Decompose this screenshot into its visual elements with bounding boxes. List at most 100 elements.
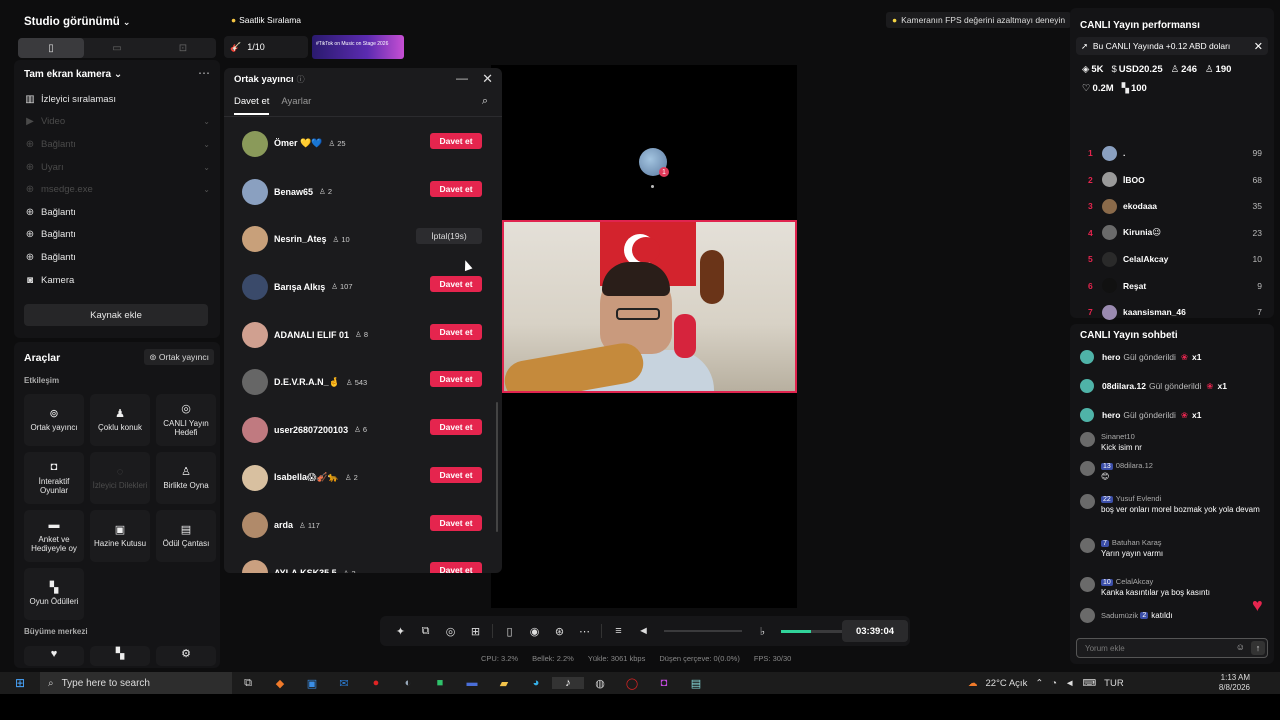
add-source-button[interactable]: Kaynak ekle <box>24 304 208 326</box>
studio-view-dropdown[interactable]: Studio görünümü ⌄ <box>24 16 130 28</box>
scene-dropdown[interactable]: Tam ekran kamera ⌄ <box>24 69 122 80</box>
help-icon[interactable]: ⓘ <box>297 75 305 84</box>
camera-settings-icon[interactable]: ⊛ <box>547 625 572 638</box>
invite-button[interactable]: Davet et <box>430 371 482 388</box>
source-item[interactable]: ▶ Video ⌄ <box>24 111 210 134</box>
microphone-icon[interactable]: ♭ <box>750 625 775 638</box>
opera-icon[interactable]: ● <box>360 677 392 689</box>
edge-icon[interactable]: ◕ <box>520 677 552 689</box>
tray-chevron-icon[interactable]: ⌃ <box>1035 678 1043 689</box>
avatar[interactable] <box>242 321 268 348</box>
tools-cohost-button[interactable]: ⊚ Ortak yayıncı <box>144 349 214 365</box>
avatar[interactable] <box>1080 408 1094 422</box>
hourly-ranking-badge[interactable]: ● Saatlik Sıralama <box>226 12 306 28</box>
ranking-row[interactable]: 5 CelalAkcay 10 <box>1088 246 1262 273</box>
rank-count-box[interactable]: 🎸 1/10 <box>224 36 308 58</box>
avatar[interactable] <box>1080 538 1095 553</box>
scrollbar[interactable] <box>496 402 498 532</box>
folder-icon[interactable]: ▰ <box>488 677 520 690</box>
invite-button[interactable]: Davet et <box>430 562 482 573</box>
avatar[interactable] <box>242 369 268 396</box>
close-icon[interactable]: ✕ <box>1254 40 1263 53</box>
avatar[interactable] <box>1080 432 1095 447</box>
windows-start-icon[interactable]: ⊞ <box>0 676 40 690</box>
close-icon[interactable]: ✕ <box>482 71 493 87</box>
tab-settings[interactable]: Ayarlar <box>281 96 311 115</box>
send-icon[interactable]: ↑ <box>1251 641 1265 655</box>
record-icon[interactable]: ◉ <box>522 625 547 638</box>
tab-invite[interactable]: Davet et <box>234 96 270 115</box>
mail-icon[interactable]: ✉ <box>328 677 360 690</box>
search-icon[interactable]: ⌕ <box>482 95 488 108</box>
avatar[interactable] <box>242 560 268 573</box>
avatar[interactable] <box>1080 461 1095 476</box>
event-banner[interactable]: #TikTok on Music on Stage 2026 <box>312 35 404 59</box>
invite-button[interactable]: Davet et <box>430 466 482 483</box>
invite-button[interactable]: Davet et <box>430 323 482 340</box>
avatar[interactable] <box>242 226 268 253</box>
invite-button[interactable]: Davet et <box>430 514 482 531</box>
portrait-orientation-button[interactable]: ▯ <box>18 38 84 58</box>
avatar[interactable] <box>1080 577 1095 592</box>
magic-wand-icon[interactable]: ✦ <box>388 625 413 638</box>
avatar[interactable] <box>1080 350 1094 364</box>
growth-tile-heart[interactable]: ♥ <box>24 646 84 666</box>
speaker-icon[interactable]: ◄ <box>631 625 656 637</box>
ranking-row[interactable]: 7 kaansisman_46 7 <box>1088 299 1262 326</box>
tool-tile[interactable]: ♟ Çoklu konuk <box>90 394 150 446</box>
tool-tile[interactable]: ⊚ Ortak yayıncı <box>24 394 84 446</box>
copilot-icon[interactable]: ◆ <box>264 677 296 690</box>
cancel-invite-button[interactable]: İptal(19s) <box>416 228 482 245</box>
instagram-icon[interactable]: ◘ <box>648 677 680 689</box>
weather-text[interactable]: 22°C Açık <box>986 678 1028 689</box>
avatar[interactable] <box>1080 494 1095 509</box>
host-avatar[interactable]: 1 <box>639 148 669 177</box>
avatar[interactable] <box>1080 379 1094 393</box>
growth-tile-settings[interactable]: ⚙ <box>156 646 216 666</box>
tool-tile[interactable]: ◌ İzleyici Dilekleri <box>90 452 150 504</box>
source-item[interactable]: ⊕ Bağlantı <box>24 246 210 269</box>
tool-tile[interactable]: ♙ Birlikte Oyna <box>156 452 216 504</box>
avatar[interactable] <box>242 273 268 300</box>
growth-tile-gift[interactable]: ▚ <box>90 646 150 666</box>
tool-tile[interactable]: ▤ Ödül Çantası <box>156 510 216 562</box>
obs-icon[interactable]: ◍ <box>584 677 616 690</box>
landscape-orientation-button[interactable]: ▭ <box>84 38 150 58</box>
source-item[interactable]: ▥ İzleyici sıralaması <box>24 88 210 111</box>
network-icon[interactable]: ◔ <box>1051 678 1057 689</box>
emoji-icon[interactable]: ☺ <box>1236 642 1245 652</box>
comment-input[interactable]: Yorum ekle ☺ ↑ <box>1076 638 1268 658</box>
clock[interactable]: 1:13 AM 8/8/2026 <box>1219 672 1250 694</box>
source-item[interactable]: ⊕ Uyarı ⌄ <box>24 156 210 179</box>
source-item[interactable]: ⊕ Bağlantı ⌄ <box>24 133 210 156</box>
tiktok-icon[interactable]: ♪ <box>552 677 584 689</box>
ranking-row[interactable]: 4 Kirunia😉 23 <box>1088 220 1262 247</box>
store-icon[interactable]: ▣ <box>296 677 328 690</box>
sliders-icon[interactable]: ≡ <box>606 625 631 637</box>
notes-icon[interactable]: ▤ <box>680 677 712 690</box>
avatar[interactable] <box>242 178 268 205</box>
more-options-icon[interactable]: ⋯ <box>198 66 210 80</box>
invite-button[interactable]: Davet et <box>430 133 482 149</box>
game-icon[interactable]: ■ <box>424 677 456 689</box>
opera-gx-icon[interactable]: ◯ <box>616 677 648 690</box>
layout-icon[interactable]: ⧉ <box>413 625 438 638</box>
effects-icon[interactable]: ◎ <box>438 625 463 638</box>
tool-tile[interactable]: ▣ Hazine Kutusu <box>90 510 150 562</box>
ranking-row[interactable]: 6 Reşat 9 <box>1088 273 1262 300</box>
camera-feed[interactable] <box>502 220 797 393</box>
invite-button[interactable]: Davet et <box>430 180 482 197</box>
language-indicator[interactable]: TUR <box>1104 678 1124 689</box>
volume-icon[interactable]: ◄ <box>1065 678 1074 689</box>
avatar[interactable] <box>242 512 268 539</box>
split-orientation-button[interactable]: ⊡ <box>150 38 216 58</box>
ranking-row[interactable]: 1. 99 <box>1088 140 1262 167</box>
source-item[interactable]: ◙ Kamera <box>24 269 210 292</box>
avatar[interactable] <box>242 464 268 491</box>
chevron-down-icon[interactable]: ⌄ <box>203 117 210 126</box>
invite-button[interactable]: Davet et <box>430 276 482 293</box>
chevron-down-icon[interactable]: ⌄ <box>203 185 210 194</box>
more-icon[interactable]: ⋯ <box>572 625 597 638</box>
ranking-row[interactable]: 2 İBOO 68 <box>1088 167 1262 194</box>
source-item[interactable]: ⊕ Bağlantı <box>24 201 210 224</box>
